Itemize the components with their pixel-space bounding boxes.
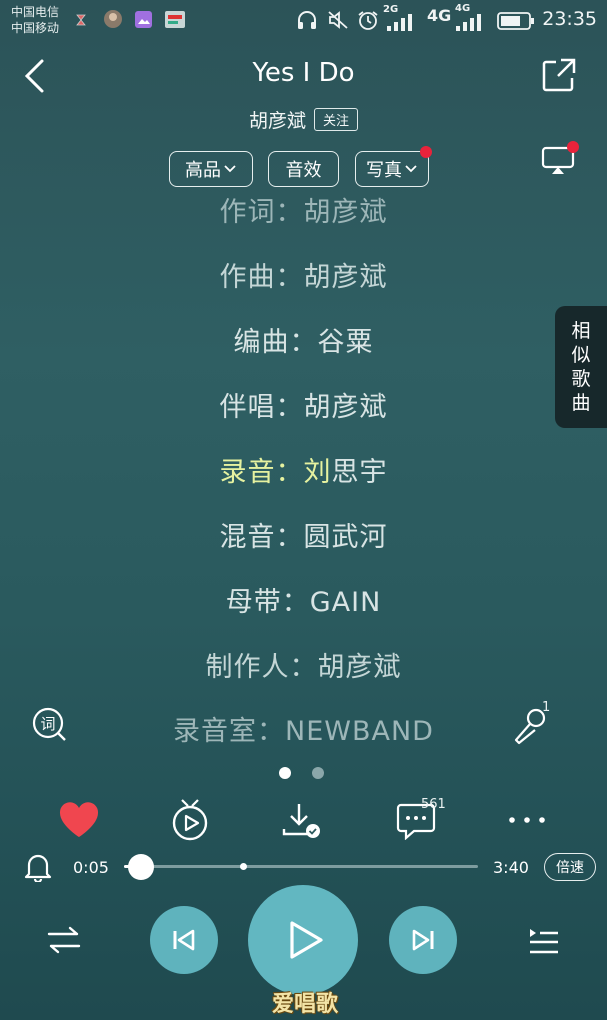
next-button[interactable]: [389, 906, 457, 974]
play-icon: [288, 920, 324, 960]
lyric-line: 母带：GAIN: [225, 587, 382, 618]
lyrics-search-button[interactable]: 词: [31, 706, 69, 744]
gallery-notification-icon: [134, 10, 153, 29]
app-notification-icon: [164, 10, 186, 29]
share-button[interactable]: [541, 57, 577, 93]
shuffle-icon: [46, 925, 82, 955]
lyric-highlight: 录音：刘: [219, 457, 332, 488]
current-lyric-line: 录音：刘思宇: [0, 450, 607, 489]
network-4g-label: 4G: [427, 6, 452, 25]
lyric-line: 作词：胡彦斌: [219, 197, 388, 228]
effect-label: 音效: [285, 160, 322, 181]
quality-dropdown[interactable]: 高品: [169, 151, 253, 187]
progress-knob[interactable]: [128, 854, 155, 880]
lyric-rest: 思宇: [331, 457, 388, 488]
chevron-down-icon: [404, 164, 418, 174]
avatar-notification-icon: [103, 9, 123, 29]
similar-songs-char: 曲: [571, 392, 591, 414]
tv-play-icon: [169, 797, 211, 841]
carrier-labels: 中国电信 中国移动: [11, 4, 59, 36]
download-done-icon: [281, 801, 323, 839]
current-time: 0:05: [73, 858, 109, 877]
svg-text:词: 词: [40, 715, 55, 733]
download-button[interactable]: [281, 801, 323, 839]
lyric-line: 混音：圆武河: [219, 522, 388, 553]
hourglass-icon: [76, 14, 86, 26]
bell-icon: [24, 852, 52, 882]
sound-effect-button[interactable]: 音效: [268, 151, 339, 187]
lyric-line: 作曲：胡彦斌: [219, 262, 388, 293]
buffer-marker: [240, 863, 247, 870]
carrier-1: 中国电信: [11, 5, 60, 19]
playlist-button[interactable]: [527, 925, 561, 957]
skip-next-icon: [410, 928, 436, 952]
clock: 23:35: [542, 8, 597, 30]
similar-songs-tab[interactable]: 相 似 歌 曲: [555, 306, 607, 428]
play-mode-button[interactable]: [46, 925, 82, 955]
total-time: 3:40: [493, 858, 529, 877]
lyric-line: 编曲：谷粟: [233, 327, 374, 358]
quality-label: 高品: [185, 160, 221, 181]
alarm-icon: [357, 10, 379, 31]
progress-track[interactable]: [124, 865, 478, 868]
mic-count: 1: [542, 700, 551, 715]
page-dot-active: [279, 767, 291, 779]
more-dots-icon: [507, 815, 547, 825]
lyric-line: 伴唱：胡彦斌: [219, 392, 388, 423]
artist-name[interactable]: 胡彦斌: [249, 106, 306, 133]
similar-songs-char: 似: [571, 344, 591, 366]
lyrics-search-icon: 词: [31, 706, 69, 744]
previous-button[interactable]: [150, 906, 218, 974]
similar-songs-char: 歌: [571, 368, 591, 390]
ringtone-button[interactable]: [24, 852, 52, 882]
mute-icon: [327, 10, 349, 30]
chevron-down-icon: [223, 164, 237, 174]
cast-notification-dot: [567, 141, 579, 153]
signal-icon: [383, 10, 417, 32]
headphones-icon: [296, 10, 318, 30]
similar-songs-char: 相: [571, 320, 591, 342]
watermark-logo: 爱唱歌: [272, 992, 339, 1017]
photo-dropdown[interactable]: 写真: [355, 151, 429, 187]
play-button[interactable]: [248, 885, 358, 995]
heart-icon: [58, 801, 100, 839]
playlist-icon: [527, 925, 561, 957]
video-button[interactable]: [169, 797, 211, 841]
lyric-line: 制作人：胡彦斌: [205, 652, 402, 683]
comment-count: 561: [421, 797, 446, 812]
photo-label: 写真: [366, 160, 402, 181]
follow-button[interactable]: 关注: [314, 108, 359, 131]
like-button[interactable]: [58, 801, 100, 839]
more-button[interactable]: [507, 815, 547, 825]
signal-icon-2: [452, 10, 486, 32]
skip-previous-icon: [171, 928, 197, 952]
status-bar: 中国电信 中国移动 2G 4G 4G 23:35: [0, 0, 607, 40]
page-dot: [312, 767, 324, 779]
song-title: Yes I Do: [252, 58, 355, 88]
carrier-2: 中国移动: [11, 21, 60, 35]
battery-icon: [497, 12, 535, 30]
playback-speed-button[interactable]: 倍速: [544, 853, 596, 881]
share-icon: [541, 57, 577, 93]
artist-row: 胡彦斌 关注: [0, 106, 607, 133]
photo-notification-dot: [420, 146, 432, 158]
